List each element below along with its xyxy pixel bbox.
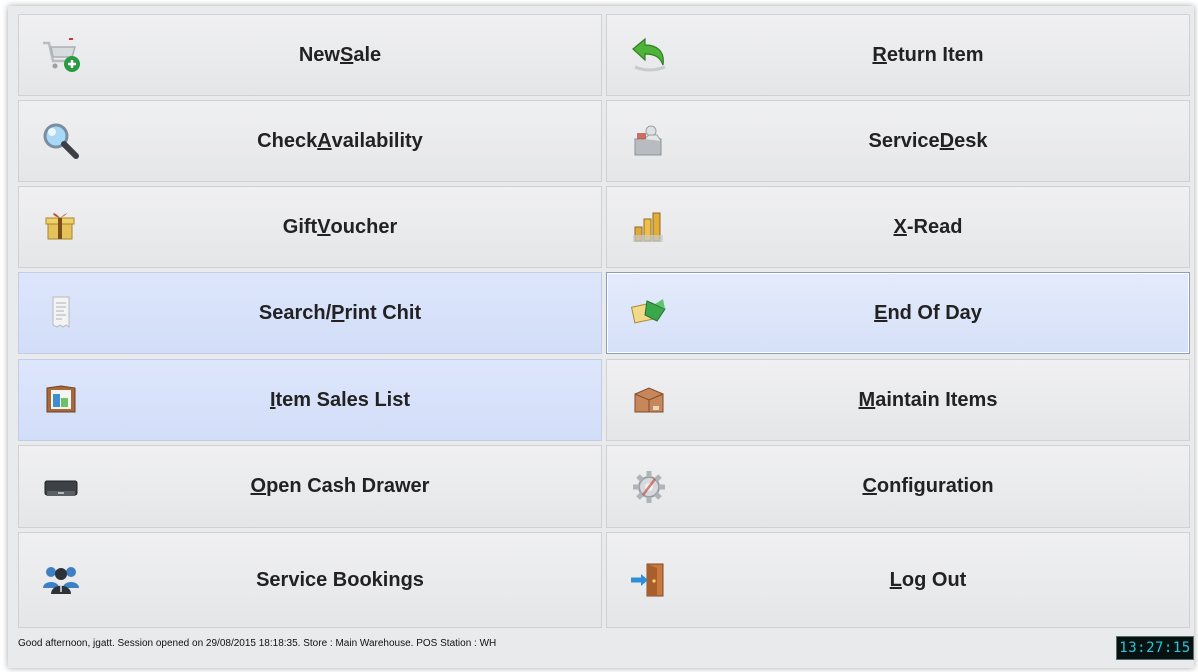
magnifier-icon (39, 119, 83, 163)
main-window: New Sale Return Item Check Availability Ser… (8, 6, 1194, 668)
clock-display: 13:27:15 (1116, 636, 1194, 660)
service-bookings-button[interactable]: Service Bookings (18, 532, 602, 628)
box-icon (627, 378, 671, 422)
new-sale-button[interactable]: New Sale (18, 14, 602, 96)
cart-add-icon (39, 33, 83, 77)
item-sales-list-button[interactable]: Item Sales List (18, 359, 602, 441)
service-desk-button[interactable]: Service Desk (606, 100, 1190, 182)
end-of-day-icon (627, 291, 671, 335)
check-availability-label: Check Availability (257, 129, 423, 152)
bar-chart-icon (627, 205, 671, 249)
maintain-items-label: Maintain Items (858, 388, 998, 411)
end-of-day-button[interactable]: End Of Day (606, 272, 1190, 354)
menu-grid: New Sale Return Item Check Availability Ser… (18, 14, 1198, 632)
new-sale-label: New Sale (298, 43, 382, 66)
end-of-day-label: End Of Day (874, 301, 982, 324)
return-arrow-icon (627, 33, 671, 77)
receipt-icon (39, 291, 83, 335)
open-cash-drawer-button[interactable]: Open Cash Drawer (18, 445, 602, 528)
x-read-button[interactable]: X -Read (606, 186, 1190, 268)
search-print-chit-label: Search/Print Chit (258, 301, 422, 324)
open-cash-drawer-label: Open Cash Drawer (250, 475, 430, 497)
x-read-label: X -Read (893, 215, 963, 238)
logout-door-icon (627, 558, 671, 602)
people-icon (39, 558, 83, 602)
return-item-button[interactable]: Return Item (606, 14, 1190, 96)
log-out-label: Log Out (889, 568, 967, 591)
cash-drawer-icon (39, 465, 83, 509)
return-item-label: Return Item (872, 43, 984, 66)
search-print-chit-button[interactable]: Search/Print Chit (18, 272, 602, 354)
service-desk-label: Service Desk (868, 129, 988, 152)
sales-list-icon (39, 378, 83, 422)
configuration-label: Configuration (862, 475, 994, 497)
configuration-button[interactable]: Configuration (606, 445, 1190, 528)
item-sales-list-label: Item Sales List (269, 388, 411, 411)
gift-voucher-button[interactable]: Gift Voucher (18, 186, 602, 268)
log-out-button[interactable]: Log Out (606, 532, 1190, 628)
gear-icon (627, 465, 671, 509)
gift-voucher-label: Gift Voucher (282, 215, 398, 238)
service-bookings-label: Service Bookings (256, 568, 424, 591)
status-bar-text: Good afternoon, jgatt. Session opened on… (18, 638, 497, 649)
gift-icon (39, 205, 83, 249)
check-availability-button[interactable]: Check Availability (18, 100, 602, 182)
service-desk-icon (627, 119, 671, 163)
maintain-items-button[interactable]: Maintain Items (606, 359, 1190, 441)
